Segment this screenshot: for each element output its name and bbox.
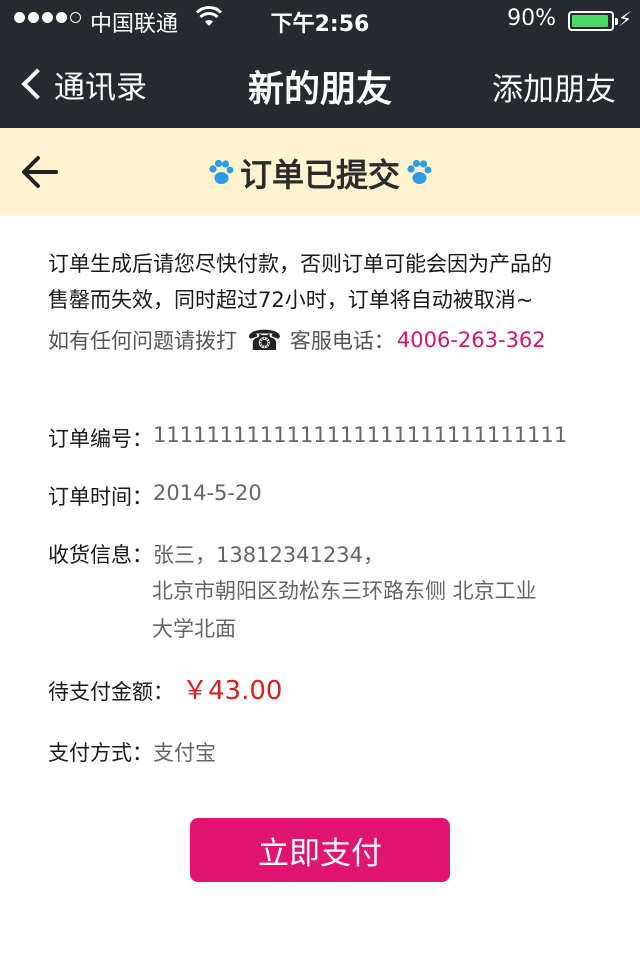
receiver-label: 收货信息： — [48, 543, 153, 567]
address-line: 北京市朝阳区劲松东三环路东侧 北京工业 — [152, 579, 537, 603]
order-time-value: 2014-5-20 — [153, 481, 262, 505]
order-number-value: 1111111111111111111111111111111 — [153, 423, 568, 447]
paw-icon — [209, 159, 234, 184]
contact-line: 如有任何问题请拨打 ☎ 客服电话： 4006-263-362 — [48, 320, 608, 360]
pay-now-button[interactable]: 立即支付 — [190, 818, 450, 882]
amount-row: 待支付金额： ￥43.00 — [48, 676, 282, 707]
order-number-label: 订单编号： — [48, 427, 153, 451]
notice-block: 订单生成后请您尽快付款，否则订单可能会因为产品的 售罄而失效，同时超过72小时，… — [48, 246, 608, 360]
receiver-row: 收货信息： 张三，13812341234， — [48, 539, 384, 569]
add-friend-button[interactable]: 添加朋友 — [492, 64, 616, 109]
hotline-number[interactable]: 4006-263-362 — [397, 328, 546, 352]
contact-label: 客服电话： — [289, 329, 395, 353]
payment-method-row: 支付方式： 支付宝 — [48, 737, 216, 767]
notice-line: 售罄而失效，同时超过72小时，订单将自动被取消~ — [48, 288, 534, 312]
payment-method-label: 支付方式： — [48, 741, 153, 765]
order-number-row: 订单编号： 1111111111111111111111111111111 — [48, 423, 567, 453]
notice-line: 订单生成后请您尽快付款，否则订单可能会因为产品的 — [48, 252, 552, 276]
battery-percentage: 90% — [507, 6, 556, 31]
receiver-value: 张三，13812341234， — [153, 543, 384, 567]
top-bar: 中国联通 下午2:56 90% ⚡ 通讯录 新的朋友 添加朋友 — [0, 0, 640, 128]
status-bar: 中国联通 下午2:56 90% ⚡ — [0, 0, 640, 40]
shipping-address: 北京市朝阳区劲松东三环路东侧 北京工业 大学北面 — [152, 572, 582, 648]
page-title: 订单已提交 — [0, 150, 640, 196]
page-title-text: 订单已提交 — [239, 156, 400, 194]
order-time-label: 订单时间： — [48, 485, 153, 509]
order-time-row: 订单时间： 2014-5-20 — [48, 481, 262, 511]
address-line: 大学北面 — [152, 617, 236, 641]
navigation-bar: 通讯录 新的朋友 添加朋友 — [0, 40, 640, 128]
amount-label: 待支付金额： — [48, 680, 174, 704]
amount-value: ￥43.00 — [182, 676, 283, 706]
telephone-icon: ☎ — [247, 323, 282, 357]
paw-icon — [407, 159, 432, 184]
page-header: 订单已提交 — [0, 128, 640, 216]
contact-prefix: 如有任何问题请拨打 — [48, 329, 237, 353]
battery-icon — [568, 11, 618, 31]
payment-method-value: 支付宝 — [153, 741, 216, 765]
charging-icon: ⚡ — [617, 7, 632, 31]
